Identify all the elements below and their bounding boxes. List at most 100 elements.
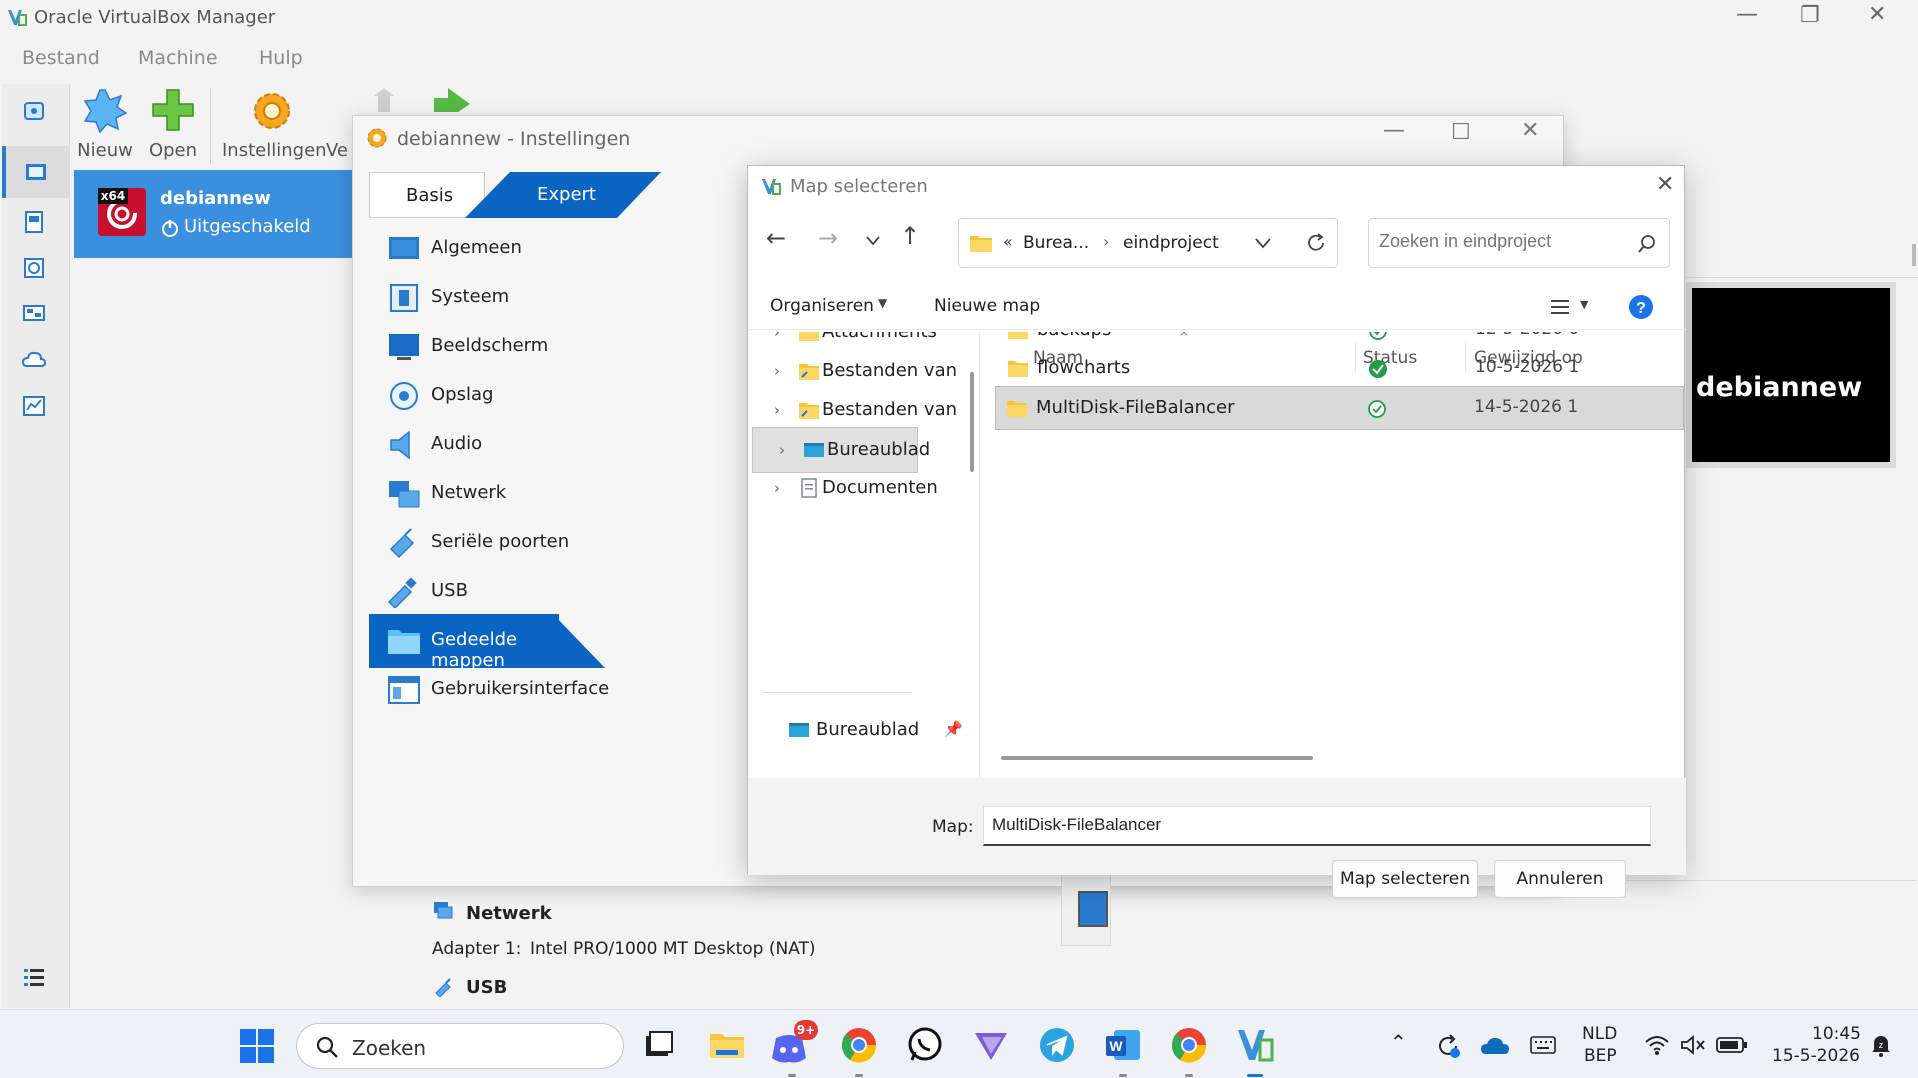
address-dropdown-icon[interactable] <box>1255 237 1271 249</box>
settings-nav-seri-le-poorten[interactable]: Seriële poorten <box>369 516 655 570</box>
cancel-button[interactable]: Annuleren <box>1494 860 1626 898</box>
folder-name-input[interactable] <box>992 815 1632 835</box>
menu-bestand[interactable]: Bestand <box>22 47 100 69</box>
view-options-icon[interactable] <box>1550 298 1570 316</box>
task-view-icon[interactable] <box>640 1026 678 1064</box>
dialog-close-button[interactable]: ✕ <box>1656 172 1674 197</box>
nav-scrollbar-thumb[interactable] <box>970 372 974 472</box>
folder-name-field[interactable] <box>983 806 1651 846</box>
proton-vpn-icon[interactable] <box>972 1026 1010 1064</box>
horizontal-scrollbar-thumb[interactable] <box>1001 756 1313 760</box>
file-modified-date: 12-5-2026 0 <box>1475 332 1579 339</box>
tool-sidebar <box>2 84 70 1008</box>
settings-nav-algemeen[interactable]: Algemeen <box>369 222 655 276</box>
onedrive-icon[interactable] <box>1480 1034 1510 1056</box>
chevron-right-icon[interactable]: › <box>774 401 780 419</box>
sync-icon[interactable] <box>1434 1032 1462 1060</box>
notifications-icon[interactable]: z <box>1868 1032 1894 1058</box>
file-row[interactable]: MultiDisk-FileBalancer 14-5-2026 1 <box>995 386 1684 430</box>
list-view-icon[interactable] <box>20 964 48 992</box>
settings-maximize-button[interactable]: ☐ <box>1451 120 1471 145</box>
storage-icon <box>390 382 418 410</box>
keyboard-icon[interactable] <box>1530 1036 1556 1054</box>
word-icon[interactable]: W <box>1104 1026 1142 1064</box>
breadcrumb-desktop[interactable]: Burea... <box>1023 233 1089 253</box>
search-box[interactable] <box>1368 218 1670 268</box>
open-vm-button[interactable]: Open <box>138 84 208 164</box>
tab-expert[interactable]: Expert <box>513 172 613 218</box>
settings-nav-audio[interactable]: Audio <box>369 418 655 472</box>
telegram-icon[interactable] <box>1038 1026 1076 1064</box>
settings-button[interactable]: Instellingen <box>222 84 327 164</box>
display-icon <box>389 334 419 360</box>
minimize-button[interactable]: — <box>1736 2 1758 27</box>
select-folder-button[interactable]: Map selecteren <box>1332 860 1478 898</box>
file-list: Naam ^ Status Gewijzigd op backups12-5-2… <box>981 332 1686 778</box>
back-button[interactable]: ← <box>766 224 786 252</box>
settings-nav-opslag[interactable]: Opslag <box>369 369 655 423</box>
navigation-pane: ⌄Liam - WICO vzw›Attachments›Bestanden v… <box>748 332 980 778</box>
chrome-icon[interactable] <box>1170 1026 1208 1064</box>
disk-icon[interactable] <box>20 254 48 282</box>
taskbar-search[interactable]: Zoeken <box>296 1023 624 1069</box>
svg-text:W: W <box>1109 1038 1123 1054</box>
file-row[interactable]: flowcharts 10-5-2026 1 <box>997 347 1686 391</box>
machines-tab[interactable] <box>2 146 70 198</box>
settings-nav-usb[interactable]: USB <box>369 565 655 619</box>
welcome-icon[interactable] <box>20 98 48 126</box>
close-button[interactable]: ✕ <box>1868 2 1886 27</box>
media-icon[interactable] <box>20 208 48 236</box>
partial-control[interactable] <box>1078 891 1108 927</box>
language-indicator[interactable]: NLD <box>1582 1024 1617 1044</box>
new-vm-button[interactable]: Nieuw <box>70 84 140 164</box>
settings-nav-systeem[interactable]: Systeem <box>369 271 655 325</box>
chevron-right-icon[interactable]: › <box>779 441 785 459</box>
up-button[interactable]: ↑ <box>900 222 920 250</box>
activity-icon[interactable] <box>20 392 48 420</box>
volume-muted-icon[interactable] <box>1680 1034 1706 1056</box>
settings-nav-gedeelde-mappen[interactable]: Gedeelde mappen <box>369 614 605 671</box>
forward-button[interactable]: → <box>818 224 838 252</box>
cloud-profile-icon[interactable] <box>20 346 48 374</box>
settings-nav-netwerk[interactable]: Netwerk <box>369 467 655 521</box>
settings-nav-gebruikersinterface[interactable]: Gebruikersinterface <box>369 663 655 717</box>
network-manager-icon[interactable] <box>20 300 48 328</box>
chevron-right-icon[interactable]: › <box>774 332 780 341</box>
search-input[interactable] <box>1379 231 1619 252</box>
settings-close-button[interactable]: ✕ <box>1521 118 1539 143</box>
clock-time[interactable]: 10:45 <box>1812 1024 1861 1044</box>
show-hidden-icons-chevron-icon[interactable]: ⌃ <box>1390 1030 1407 1054</box>
start-button-icon[interactable] <box>238 1027 276 1065</box>
help-icon[interactable]: ? <box>1628 294 1654 320</box>
settings-nav-beeldscherm[interactable]: Beeldscherm <box>369 320 655 374</box>
menu-hulp[interactable]: Hulp <box>259 47 303 69</box>
battery-icon[interactable] <box>1716 1036 1748 1054</box>
network-section-header: Netwerk <box>466 903 552 924</box>
tree-item-documenten[interactable]: › Documenten <box>748 466 979 512</box>
refresh-icon[interactable] <box>1305 232 1327 254</box>
discord-app[interactable]: 9+ <box>770 1020 818 1066</box>
breadcrumb-eindproject[interactable]: eindproject <box>1123 233 1219 253</box>
whatsapp-icon[interactable] <box>906 1026 944 1064</box>
new-folder-button[interactable]: Nieuwe map <box>934 296 1040 316</box>
file-explorer-icon[interactable] <box>708 1026 746 1064</box>
recent-locations-chevron-icon[interactable] <box>866 236 880 246</box>
vm-list-item[interactable]: x64 debiannew Uitgeschakeld <box>74 170 354 258</box>
organize-button[interactable]: Organiseren <box>770 296 874 316</box>
keyboard-layout[interactable]: BEP <box>1584 1046 1617 1066</box>
scrollbar-thumb[interactable] <box>1912 244 1916 266</box>
address-bar[interactable]: « Burea... › eindproject <box>958 218 1338 268</box>
wifi-icon[interactable] <box>1644 1034 1670 1056</box>
chevron-right-icon[interactable]: › <box>774 362 780 380</box>
chevron-right-icon[interactable]: › <box>774 479 780 497</box>
general-icon <box>389 237 419 259</box>
virtualbox-taskbar-icon[interactable] <box>1236 1026 1274 1064</box>
settings-minimize-button[interactable]: — <box>1383 118 1405 143</box>
chrome-icon[interactable] <box>840 1026 878 1064</box>
discard-icon <box>374 88 394 112</box>
quick-access-desktop[interactable]: Bureaublad 📌 <box>748 708 979 754</box>
menu-machine[interactable]: Machine <box>138 47 218 69</box>
clock-date[interactable]: 15-5-2026 <box>1772 1046 1860 1066</box>
view-dropdown-icon[interactable]: ▼ <box>1580 298 1588 311</box>
maximize-button[interactable]: ❐ <box>1800 3 1820 28</box>
